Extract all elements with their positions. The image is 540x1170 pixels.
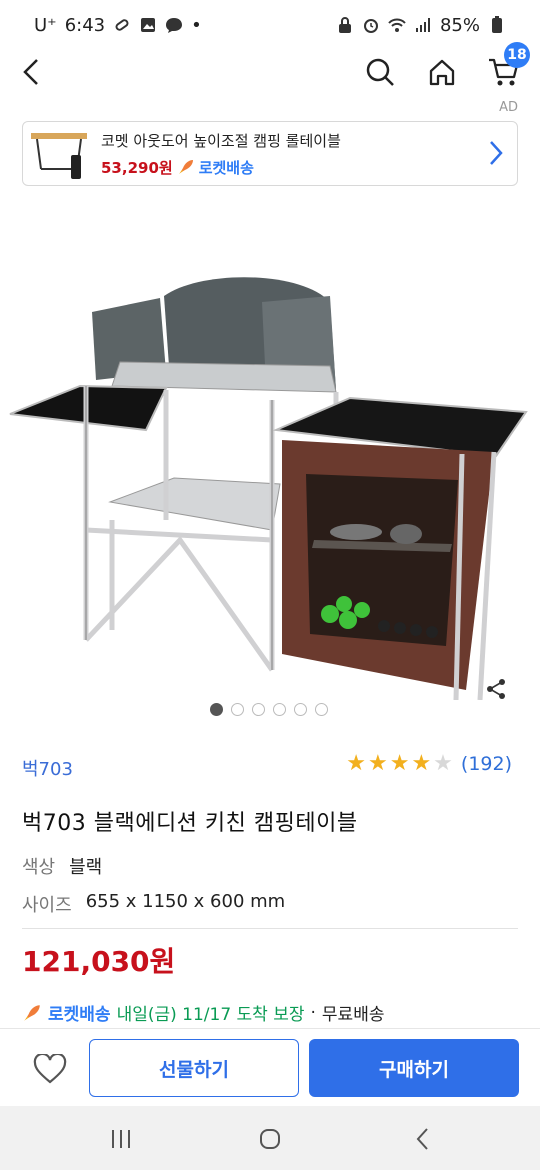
top-app-bar: 18 [0,42,540,98]
star-empty-icon: ★ [433,751,453,776]
gallery-dot[interactable] [315,703,328,716]
size-option: 사이즈 655 x 1150 x 600 mm [22,891,285,917]
product-image[interactable] [0,240,540,700]
recent-apps-icon [112,1130,130,1148]
gallery-dot[interactable] [252,703,265,716]
chevron-left-icon [23,59,38,85]
gift-button[interactable]: 선물하기 [89,1039,299,1097]
rocket-delivery-label: 로켓배송 [48,1005,111,1025]
brand-link[interactable]: 벅703 [22,755,73,781]
cart-count-badge: 18 [504,42,530,68]
star-filled-icon: ★ [411,751,432,776]
home-nav-button[interactable] [255,1124,285,1154]
back-nav-button[interactable] [408,1124,438,1154]
home-button[interactable] [424,54,460,90]
chevron-right-icon [490,141,503,165]
search-button[interactable] [362,54,398,90]
divider [22,928,518,929]
status-bar: U⁺ 6:43 • 85% [0,0,540,50]
star-filled-icon: ★ [367,751,388,776]
battery-percent: 85% [439,14,480,36]
rocket-icon [178,160,193,174]
color-option: 색상 블랙 [22,853,102,879]
size-label: 사이즈 [22,895,72,916]
ad-banner[interactable]: 코멧 아웃도어 높이조절 캠핑 롤테이블 53,290원 로켓배송 [22,121,518,186]
heart-icon [33,1054,67,1084]
search-icon [366,58,394,86]
status-time: 6:43 [64,14,106,36]
gallery-dot[interactable] [231,703,244,716]
star-filled-icon: ★ [389,751,410,776]
delivery-date: 내일(금) 11/17 도착 보장 [116,1005,305,1025]
rating[interactable]: ★ ★ ★ ★ ★ (192) [346,751,512,776]
ad-rocket-delivery: 로켓배송 [198,158,254,177]
share-icon[interactable] [486,678,508,700]
star-filled-icon: ★ [346,751,366,776]
gallery-pagination [210,703,328,716]
back-nav-icon [416,1128,428,1150]
free-shipping-label: 무료배송 [321,1005,385,1025]
lock-icon [338,17,351,33]
color-label: 색상 [22,857,56,878]
size-value: 655 x 1150 x 600 mm [85,891,286,912]
gallery-dot[interactable] [294,703,307,716]
messenger-icon [166,18,183,33]
battery-icon [492,16,502,33]
alarm-icon [363,19,378,33]
signal-icon [415,18,430,32]
gallery-dot[interactable] [273,703,286,716]
recent-apps-button[interactable] [106,1124,136,1154]
rocket-icon [24,1004,40,1021]
delivery-info: 로켓배송 내일(금) 11/17 도착 보장 · 무료배송 [22,1000,384,1025]
gallery-dot[interactable] [210,703,223,716]
wishlist-button[interactable] [28,1049,72,1089]
home-nav-icon [260,1129,280,1149]
ad-title: 코멧 아웃도어 높이조절 캠핑 롤테이블 [101,131,341,150]
link-icon [115,19,129,31]
gallery-icon [141,18,156,32]
product-title: 벅703 블랙에디션 키친 캠핑테이블 [22,811,358,836]
more-notifications-icon: • [191,14,202,36]
review-count[interactable]: (192) [461,753,512,775]
color-value: 블랙 [69,857,103,878]
ad-price: 53,290원 [101,158,173,177]
bottom-action-bar: 선물하기 구매하기 [0,1028,540,1110]
ad-label: AD [499,100,518,115]
system-navigation-bar [0,1106,540,1170]
product-price: 121,030원 [22,945,176,978]
home-icon [429,59,455,86]
ad-product-thumbnail [31,132,87,179]
back-button[interactable] [14,54,50,90]
wifi-icon [388,18,406,32]
cart-button[interactable]: 18 [486,42,530,90]
delivery-separator: · [310,1002,316,1023]
buy-button[interactable]: 구매하기 [309,1039,519,1097]
carrier-label: U⁺ [34,14,57,36]
